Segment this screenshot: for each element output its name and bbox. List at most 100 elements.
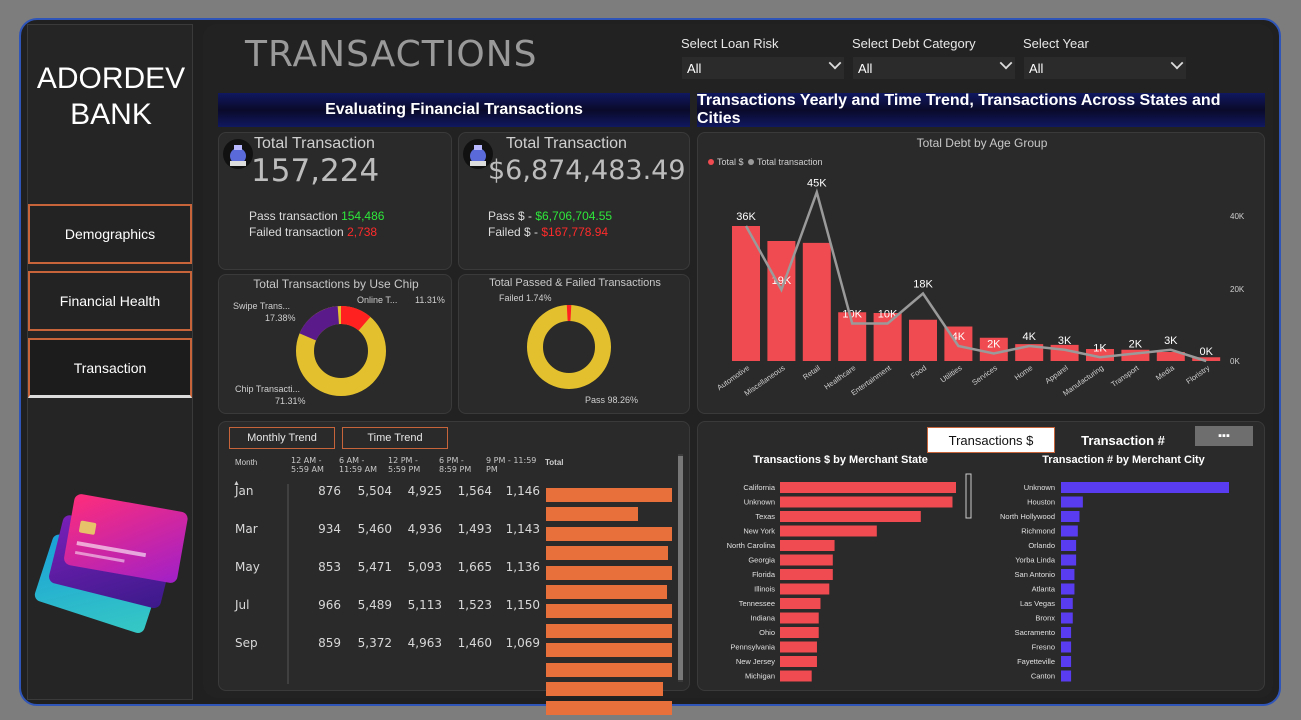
- kpi-value: 157,224: [251, 153, 380, 189]
- bar: [1061, 554, 1077, 566]
- pass-line: Pass $ - $6,706,704.55: [488, 209, 612, 223]
- page-title: TRANSACTIONS: [245, 34, 538, 75]
- bar: [1061, 569, 1075, 580]
- row-cell: 4,963: [407, 636, 442, 650]
- kpi-card-count: Total Transaction 157,224 Pass transacti…: [218, 132, 452, 270]
- kpi-title: Total Transaction: [506, 135, 627, 152]
- bar-label: Georgia: [748, 556, 776, 565]
- legend-total: Total $: [717, 157, 744, 167]
- bar-label: Bronx: [1035, 614, 1055, 623]
- credit-cards-image: [34, 494, 188, 633]
- row-month: Jan: [235, 484, 254, 498]
- total-bar: [546, 662, 672, 677]
- merchant-charts: California Unknown Texas New York North Caro…: [727, 473, 1229, 682]
- banner-right: Transactions Yearly and Time Trend, Tran…: [697, 92, 1265, 127]
- bar: [780, 641, 817, 653]
- row-cell: 1,564: [457, 484, 492, 498]
- total-bar: [546, 526, 672, 541]
- bar-label: California: [743, 483, 776, 492]
- nav-label: Transaction: [73, 359, 147, 376]
- bar-label: North Carolina: [727, 541, 776, 550]
- banner-left: Evaluating Financial Transactions: [218, 93, 690, 127]
- bar: [780, 525, 877, 537]
- x-tick-label: Retail: [801, 363, 822, 382]
- fail-label: Failed $ -: [488, 225, 539, 239]
- row-cell: 5,504: [357, 484, 392, 498]
- donut-pass-chart: Failed 1.74% Pass 98.26%: [499, 293, 638, 405]
- slice-pass: [527, 305, 611, 389]
- x-tick-label: Floristry: [1184, 363, 1211, 386]
- chevron-down-icon: [1170, 56, 1184, 70]
- bar: [1061, 656, 1072, 667]
- chart-title: Total Passed & Failed Transactions: [489, 277, 661, 289]
- bar-label: Fayetteville: [1017, 657, 1055, 666]
- bar: [780, 496, 953, 508]
- scroll-indicator[interactable]: [965, 473, 972, 519]
- nav-financial-health[interactable]: Financial Health: [28, 271, 192, 331]
- debt-category-label: Select Debt Category: [852, 36, 976, 51]
- pass-line: Pass transaction 154,486: [249, 209, 384, 223]
- year-dropdown[interactable]: All: [1024, 56, 1186, 79]
- bar: [1061, 511, 1080, 522]
- pass-label: Pass transaction: [249, 209, 338, 223]
- bar: [780, 627, 819, 638]
- bar: [1061, 641, 1072, 653]
- nav-demographics[interactable]: Demographics: [28, 204, 192, 264]
- data-label: 3K: [1058, 335, 1072, 347]
- data-label: 36K: [736, 211, 756, 223]
- data-label: 0K: [1199, 346, 1213, 358]
- total-bar: [546, 507, 638, 522]
- data-label: 18K: [913, 279, 933, 291]
- total-bar: [546, 604, 672, 619]
- bar-label: San Antonio: [1015, 570, 1055, 579]
- label-failed: Failed 1.74%: [499, 293, 552, 303]
- bar-label: New York: [743, 527, 775, 536]
- row-month: Jul: [235, 598, 250, 612]
- row-cell: 1,146: [505, 484, 540, 498]
- x-tick-label: Media: [1154, 363, 1177, 383]
- row-cell: 1,143: [505, 522, 540, 536]
- total-bar: [546, 488, 672, 502]
- th-slot-5: 9 PM - 11:59 PM: [486, 456, 537, 474]
- row-cell: 5,113: [407, 598, 442, 612]
- th-slot-2: 6 AM - 11:59 AM: [339, 456, 377, 474]
- bar-label: Florida: [752, 570, 776, 579]
- row-cell: 934: [318, 522, 341, 536]
- row-cell: 1,150: [505, 598, 540, 612]
- bar-label: Yorba Linda: [1015, 556, 1056, 565]
- scrollbar-thumb[interactable]: [678, 456, 683, 680]
- row-cell: 1,136: [505, 560, 540, 574]
- year-value: All: [1029, 61, 1044, 76]
- bar: [1061, 482, 1229, 493]
- bar: [780, 482, 956, 493]
- kpi-title: Total Transaction: [254, 135, 375, 152]
- bar: [1061, 612, 1073, 624]
- data-label: 3K: [1164, 335, 1178, 347]
- row-month: Mar: [235, 522, 258, 536]
- fail-line: Failed transaction 2,738: [249, 225, 377, 239]
- bar-label: Unknown: [744, 498, 775, 507]
- donut-chip-chart: Swipe Trans... 17.38% Online T... 11.31%…: [233, 295, 445, 406]
- total-bar: [546, 565, 672, 580]
- data-label: 1K: [1093, 342, 1107, 354]
- combo-chart-card: Total Debt by Age Group Total $ Total tr…: [697, 132, 1265, 414]
- th-slot-4: 6 PM - 8:59 PM: [439, 456, 472, 474]
- label-swipe-pct: 17.38%: [265, 313, 296, 323]
- total-bar: [546, 643, 672, 658]
- row-cell: 859: [318, 636, 341, 650]
- row-cell: 1,665: [457, 560, 492, 574]
- debt-category-dropdown[interactable]: All: [853, 56, 1015, 79]
- x-tick-label: Utilities: [939, 363, 964, 384]
- row-cell: 876: [318, 484, 341, 498]
- nav-label: Financial Health: [59, 293, 161, 309]
- bar: [1061, 670, 1072, 682]
- loan-risk-dropdown[interactable]: All: [682, 56, 844, 79]
- bar: [1061, 598, 1073, 609]
- row-month: Sep: [235, 636, 258, 650]
- bar-label: Orlando: [1028, 541, 1055, 550]
- row-cell: 1,493: [457, 522, 492, 536]
- total-bar: [546, 585, 667, 599]
- brand-line1: ADORDEV: [36, 62, 186, 95]
- nav-transaction[interactable]: Transaction: [28, 338, 192, 398]
- row-cell: 5,093: [407, 560, 442, 574]
